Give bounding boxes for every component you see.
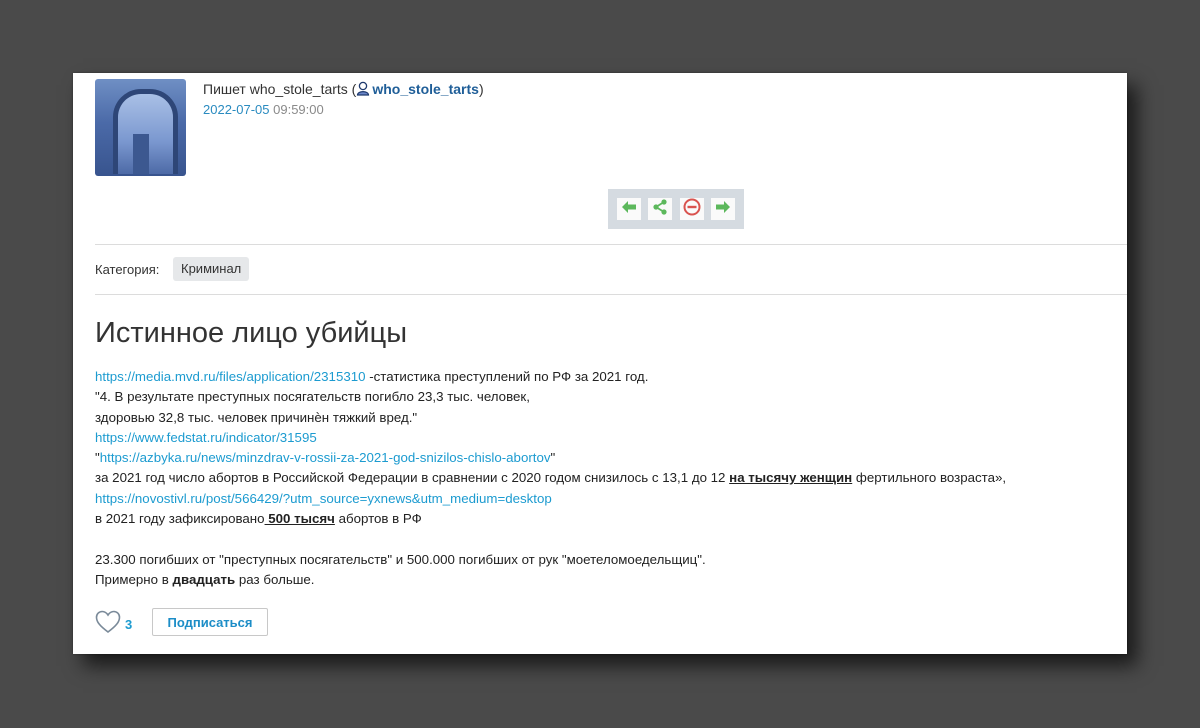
block-button[interactable] — [680, 198, 704, 220]
share-icon — [652, 198, 668, 220]
heart-icon[interactable] — [95, 610, 121, 639]
emphasis-500k: 500 тысяч — [264, 511, 335, 527]
emphasis-per-thousand: на тысячу женщин — [729, 470, 853, 486]
quote-mark: " — [550, 450, 556, 466]
text: фертильного возраста», — [852, 470, 1007, 486]
author-user-link[interactable]: who_stole_tarts — [356, 81, 479, 97]
post-datetime: 2022-07-05 09:59:00 — [203, 102, 324, 117]
like-control[interactable]: 3 — [95, 610, 132, 639]
azbyka-link[interactable]: https://azbyka.ru/news/minzdrav-v-rossii… — [100, 450, 551, 465]
author-line: Пишет who_stole_tarts ( who_stole_tarts) — [203, 81, 484, 99]
post-body: https://media.mvd.ru/files/application/2… — [95, 367, 1006, 590]
post-time: 09:59:00 — [273, 102, 324, 117]
text: Примерно в — [95, 571, 173, 587]
text: в 2021 году зафиксировано — [95, 511, 265, 527]
text: раз больше. — [235, 571, 315, 587]
category-label: Категория: — [95, 262, 160, 277]
text: абортов в РФ — [334, 511, 422, 527]
arrow-left-icon — [621, 200, 637, 219]
prev-post-button[interactable] — [617, 198, 641, 220]
text: за 2021 год число абортов в Российской Ф… — [95, 470, 730, 486]
quote-line-2: здоровью 32,8 тыс. человек причинѐн тяжк… — [95, 409, 418, 425]
block-icon — [683, 198, 701, 221]
subscribe-button[interactable]: Подписаться — [152, 608, 268, 636]
summary-line: 23.300 погибших от "преступных посягател… — [95, 551, 706, 567]
mvd-link[interactable]: https://media.mvd.ru/files/application/2… — [95, 369, 366, 384]
author-username: who_stole_tarts — [372, 81, 479, 97]
text: -статистика преступлений по РФ за 2021 г… — [365, 369, 649, 384]
emphasis-twenty: двадцать — [172, 571, 236, 587]
post-title: Истинное лицо убийцы — [95, 317, 408, 349]
divider — [95, 294, 1127, 295]
author-prefix: Пишет who_stole_tarts ( — [203, 81, 357, 97]
author-suffix: ) — [478, 81, 484, 97]
fedstat-link[interactable]: https://www.fedstat.ru/indicator/31595 — [95, 430, 317, 445]
next-post-button[interactable] — [711, 198, 735, 220]
post-nav-toolbar — [608, 189, 744, 229]
arrow-right-icon — [715, 200, 731, 219]
post-date[interactable]: 2022-07-05 — [203, 102, 270, 117]
post-card: Пишет who_stole_tarts (who_stole_tarts) … — [73, 73, 1127, 654]
novostivl-link[interactable]: https://novostivl.ru/post/566429/?utm_so… — [95, 491, 552, 506]
share-button[interactable] — [648, 198, 672, 220]
user-icon — [356, 81, 370, 99]
divider — [95, 244, 1127, 245]
category-badge[interactable]: Криминал — [173, 257, 250, 281]
quote-line-1: "4. В результате преступных посягательст… — [95, 389, 530, 405]
like-count: 3 — [125, 617, 133, 632]
author-avatar[interactable] — [95, 79, 186, 176]
